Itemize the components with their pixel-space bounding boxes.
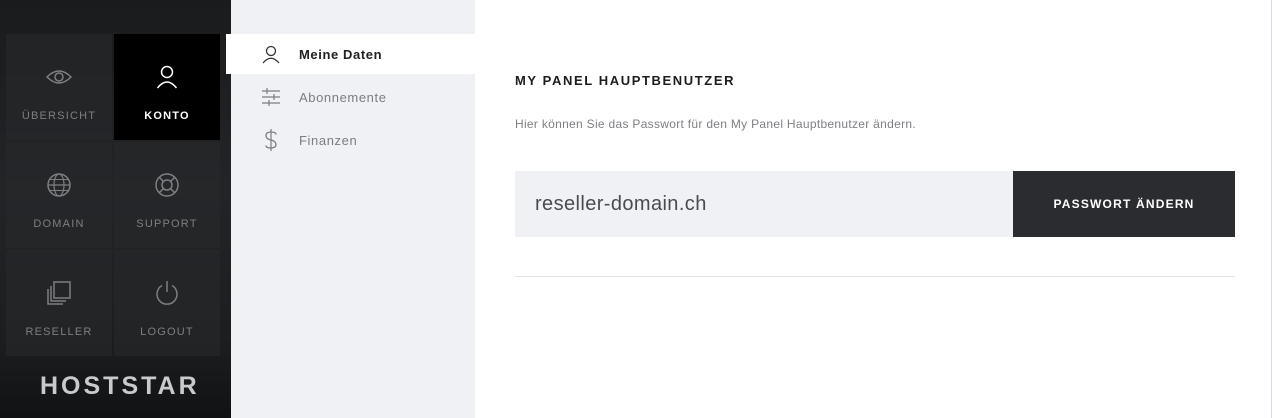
user-icon: [156, 64, 178, 90]
brand-logo[interactable]: HOSTSTAR: [40, 372, 200, 401]
section-title: MY PANEL HAUPTBENUTZER: [515, 73, 736, 88]
tile-label: KONTO: [144, 110, 190, 122]
power-icon: [154, 280, 180, 306]
tile-logout[interactable]: LOGOUT: [114, 250, 220, 356]
main-content: MY PANEL HAUPTBENUTZER Hier können Sie d…: [475, 0, 1271, 418]
dollar-icon: [259, 129, 283, 151]
subnav-item-label: Meine Daten: [299, 46, 383, 62]
tile-label: RESELLER: [25, 326, 93, 338]
tile-label: SUPPORT: [136, 218, 198, 230]
main-sidebar: ÜBERSICHT KONTO DOMAIN SUPPORT RESELLER …: [0, 0, 231, 418]
lifebuoy-icon: [154, 172, 180, 198]
sliders-icon: [259, 88, 283, 106]
subnav-item-abonnemente[interactable]: Abonnemente: [231, 77, 475, 117]
subnav-item-finanzen[interactable]: Finanzen: [231, 120, 475, 160]
account-subnav: Meine Daten Abonnemente Finanzen: [226, 0, 475, 418]
tile-label: LOGOUT: [140, 326, 194, 338]
change-password-button[interactable]: PASSWORT ÄNDERN: [1013, 171, 1235, 237]
tile-reseller[interactable]: RESELLER: [6, 250, 112, 356]
tile-uebersicht[interactable]: ÜBERSICHT: [6, 34, 112, 140]
tile-label: DOMAIN: [33, 218, 85, 230]
subnav-item-label: Finanzen: [299, 132, 358, 148]
username-field[interactable]: [515, 171, 1013, 237]
subnav-item-meine-daten[interactable]: Meine Daten: [226, 34, 475, 74]
tile-label: ÜBERSICHT: [21, 110, 97, 122]
copy-icon: [46, 280, 72, 306]
section-description: Hier können Sie das Passwort für den My …: [515, 117, 916, 131]
divider: [515, 276, 1235, 277]
user-icon: [259, 45, 283, 64]
tile-support[interactable]: SUPPORT: [114, 142, 220, 248]
tile-domain[interactable]: DOMAIN: [6, 142, 112, 248]
globe-icon: [46, 172, 72, 198]
subnav-item-label: Abonnemente: [299, 89, 387, 105]
tile-konto[interactable]: KONTO: [114, 34, 220, 140]
eye-icon: [45, 64, 73, 90]
